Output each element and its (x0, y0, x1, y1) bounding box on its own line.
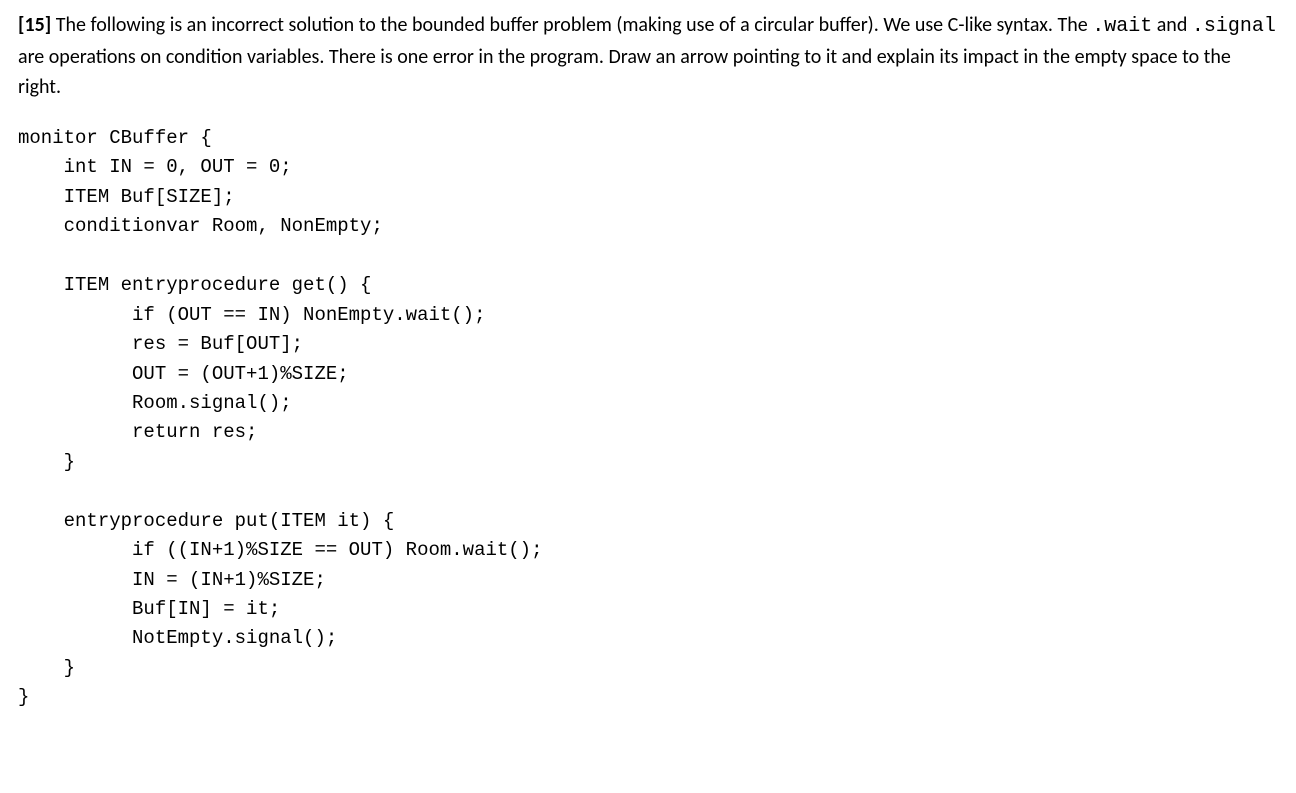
code-line-4: conditionvar Room, NonEmpty; (18, 215, 383, 237)
code-line-16: IN = (IN+1)%SIZE; (18, 569, 326, 591)
inline-code-wait: .wait (1092, 15, 1152, 38)
code-line-17: Buf[IN] = it; (18, 598, 280, 620)
code-line-18: NotEmpty.signal(); (18, 627, 337, 649)
code-line-11: return res; (18, 421, 257, 443)
code-line-8: res = Buf[OUT]; (18, 333, 303, 355)
code-line-12: } (18, 451, 75, 473)
question-text-part3: are operations on condition variables. T… (18, 45, 1231, 99)
question-text-part2: and (1152, 13, 1192, 37)
question-text-part1: The following is an incorrect solution t… (51, 13, 1092, 37)
code-line-14: entryprocedure put(ITEM it) { (18, 510, 394, 532)
code-line-9: OUT = (OUT+1)%SIZE; (18, 363, 349, 385)
code-line-7: if (OUT == IN) NonEmpty.wait(); (18, 304, 485, 326)
code-line-1: monitor CBuffer { (18, 127, 212, 149)
code-line-2: int IN = 0, OUT = 0; (18, 156, 292, 178)
code-block: monitor CBuffer { int IN = 0, OUT = 0; I… (18, 124, 1278, 713)
code-line-10: Room.signal(); (18, 392, 292, 414)
question-number: [15] (18, 13, 51, 37)
question-prompt: [15] The following is an incorrect solut… (18, 10, 1278, 102)
code-line-20: } (18, 686, 29, 708)
code-line-3: ITEM Buf[SIZE]; (18, 186, 235, 208)
code-line-19: } (18, 657, 75, 679)
inline-code-signal: .signal (1192, 15, 1276, 38)
code-line-6: ITEM entryprocedure get() { (18, 274, 371, 296)
code-line-15: if ((IN+1)%SIZE == OUT) Room.wait(); (18, 539, 543, 561)
